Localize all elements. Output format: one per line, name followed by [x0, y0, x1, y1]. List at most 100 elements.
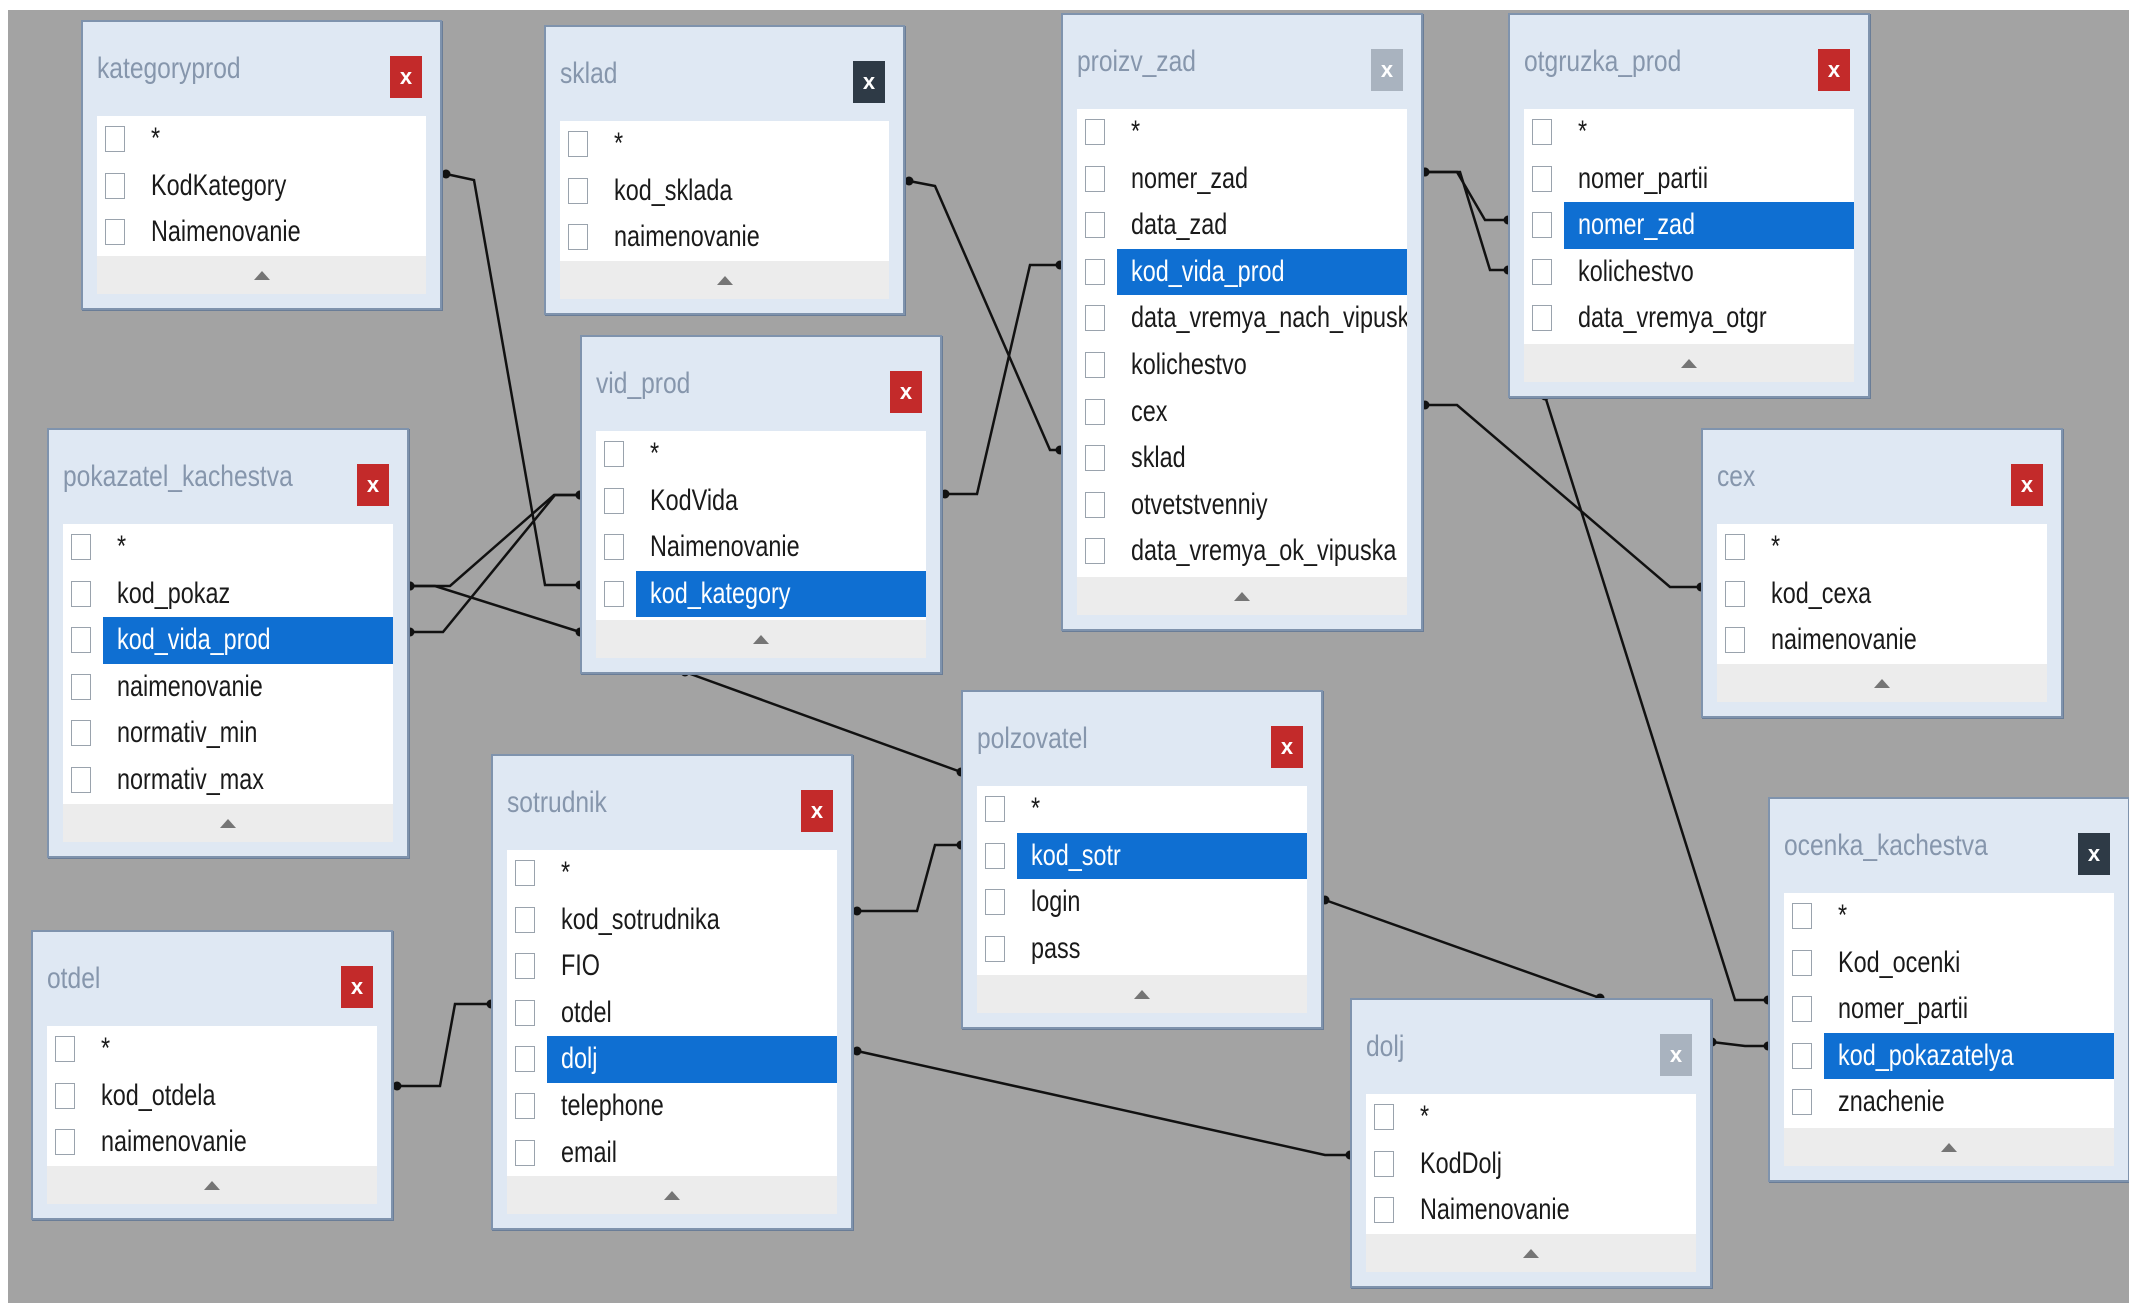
table-title[interactable]: otdel [47, 962, 100, 996]
field-name[interactable]: kolichestvo [1117, 342, 1407, 389]
field-name[interactable]: data_vremya_nach_vipuska [1117, 295, 1407, 342]
field-name[interactable]: * [600, 121, 889, 168]
field-row[interactable]: naimenovanie [47, 1119, 377, 1166]
field-checkbox[interactable] [985, 889, 1005, 916]
table-window-sklad[interactable]: sklad x * kod_sklada naimenovanie [544, 25, 905, 315]
field-row[interactable]: data_vremya_ok_vipuska [1077, 528, 1407, 575]
field-name[interactable]: data_zad [1117, 202, 1407, 249]
field-name[interactable]: * [87, 1026, 377, 1073]
field-checkbox[interactable] [1085, 119, 1105, 145]
field-list[interactable]: * kod_sotrudnika FIO otdel dolj telephone emai… [507, 850, 837, 1214]
field-name[interactable]: naimenovanie [103, 664, 393, 711]
field-name[interactable]: sklad [1117, 435, 1407, 482]
field-name[interactable]: KodDolj [1406, 1141, 1696, 1188]
table-window-ocenka-kachestva[interactable]: ocenka_kachestva x * Kod_ocenki nomer_partii… [1768, 797, 2129, 1182]
field-row[interactable]: data_zad [1077, 202, 1407, 249]
field-list[interactable]: * kod_sotr login pass [977, 786, 1307, 1013]
field-name[interactable]: kod_sklada [600, 168, 889, 215]
field-row[interactable]: normativ_max [63, 757, 393, 804]
table-title[interactable]: polzovatel [977, 722, 1088, 756]
field-name[interactable]: kod_kategory [636, 570, 926, 618]
table-window-cex[interactable]: cex x * kod_cexa naimenovanie [1701, 428, 2063, 718]
field-checkbox[interactable] [1085, 165, 1105, 192]
field-checkbox[interactable] [1532, 258, 1552, 285]
field-name[interactable]: Naimenovanie [1406, 1187, 1696, 1234]
field-checkbox[interactable] [1725, 580, 1745, 607]
field-checkbox[interactable] [604, 534, 624, 561]
field-checkbox[interactable] [71, 720, 91, 747]
field-row[interactable]: Kod_ocenki [1784, 940, 2114, 987]
field-name[interactable]: naimenovanie [1757, 617, 2047, 664]
close-icon[interactable]: x [853, 61, 885, 103]
field-row[interactable]: * [1717, 524, 2047, 571]
field-checkbox[interactable] [105, 126, 125, 152]
field-list[interactable]: * KodVida Naimenovanie kod_kategory [596, 431, 926, 658]
field-name[interactable]: data_vremya_otgr [1564, 295, 1854, 342]
field-checkbox[interactable] [105, 172, 125, 199]
field-checkbox[interactable] [604, 487, 624, 514]
field-name[interactable]: kolichestvo [1564, 249, 1854, 296]
field-name[interactable]: Naimenovanie [636, 524, 926, 571]
field-checkbox[interactable] [604, 580, 624, 607]
field-row[interactable]: kolichestvo [1524, 249, 1854, 296]
field-row[interactable]: * [560, 121, 889, 168]
table-title[interactable]: ocenka_kachestva [1784, 829, 1988, 863]
field-name[interactable]: kod_pokazatelya [1824, 1032, 2114, 1080]
scroll-up-button[interactable] [1784, 1128, 2114, 1166]
field-checkbox[interactable] [1792, 903, 1812, 929]
field-row[interactable]: kod_kategory [596, 570, 926, 618]
close-icon[interactable]: x [890, 371, 922, 413]
scroll-up-button[interactable] [596, 620, 926, 658]
field-name[interactable]: znachenie [1824, 1079, 2114, 1126]
field-list[interactable]: * kod_otdela naimenovanie [47, 1026, 377, 1204]
field-row[interactable]: FIO [507, 943, 837, 990]
field-name[interactable]: nomer_partii [1564, 156, 1854, 203]
field-row[interactable]: telephone [507, 1083, 837, 1130]
table-window-dolj[interactable]: dolj x * KodDolj Naimenovanie [1350, 998, 1712, 1288]
field-checkbox[interactable] [1725, 534, 1745, 560]
field-name[interactable]: * [1117, 109, 1407, 156]
close-icon[interactable]: x [1371, 49, 1403, 91]
field-row[interactable]: nomer_partii [1524, 156, 1854, 203]
field-row[interactable]: * [97, 116, 426, 163]
field-name[interactable]: kod_vida_prod [1117, 248, 1407, 296]
field-checkbox[interactable] [1792, 1089, 1812, 1116]
field-row[interactable]: * [1524, 109, 1854, 156]
field-checkbox[interactable] [515, 860, 535, 886]
field-row[interactable]: otvetstvenniy [1077, 482, 1407, 529]
table-window-otgruzka-prod[interactable]: otgruzka_prod x * nomer_partii nomer_zad koli… [1508, 13, 1870, 398]
field-name[interactable]: * [137, 116, 426, 163]
field-row[interactable]: * [977, 786, 1307, 833]
field-row[interactable]: naimenovanie [63, 664, 393, 711]
field-checkbox[interactable] [71, 673, 91, 700]
field-checkbox[interactable] [1085, 538, 1105, 565]
scroll-up-button[interactable] [1077, 577, 1407, 615]
field-row[interactable]: KodKategory [97, 163, 426, 210]
field-name[interactable]: pass [1017, 926, 1307, 973]
field-checkbox[interactable] [55, 1129, 75, 1156]
field-row[interactable]: znachenie [1784, 1079, 2114, 1126]
field-name[interactable]: FIO [547, 943, 837, 990]
table-title[interactable]: cex [1717, 460, 1755, 494]
field-name[interactable]: normativ_max [103, 757, 393, 804]
field-list[interactable]: * Kod_ocenki nomer_partii kod_pokazatelya zn… [1784, 893, 2114, 1166]
field-row[interactable]: naimenovanie [1717, 617, 2047, 664]
field-row[interactable]: kod_sotrudnika [507, 897, 837, 944]
field-name[interactable]: login [1017, 879, 1307, 926]
field-checkbox[interactable] [1374, 1197, 1394, 1224]
close-icon[interactable]: x [341, 966, 373, 1008]
field-checkbox[interactable] [1374, 1150, 1394, 1177]
field-checkbox[interactable] [568, 177, 588, 204]
field-row[interactable]: kolichestvo [1077, 342, 1407, 389]
table-title[interactable]: pokazatel_kachestva [63, 460, 293, 494]
field-row[interactable]: Naimenovanie [1366, 1187, 1696, 1234]
field-name[interactable]: kod_sotrudnika [547, 897, 837, 944]
field-checkbox[interactable] [1085, 491, 1105, 518]
field-name[interactable]: kod_cexa [1757, 571, 2047, 618]
close-icon[interactable]: x [1271, 726, 1303, 768]
field-checkbox[interactable] [1792, 949, 1812, 976]
field-list[interactable]: * kod_pokaz kod_vida_prod naimenovanie norma… [63, 524, 393, 842]
table-title[interactable]: dolj [1366, 1030, 1404, 1064]
table-title[interactable]: sklad [560, 57, 617, 91]
close-icon[interactable]: x [1818, 49, 1850, 91]
